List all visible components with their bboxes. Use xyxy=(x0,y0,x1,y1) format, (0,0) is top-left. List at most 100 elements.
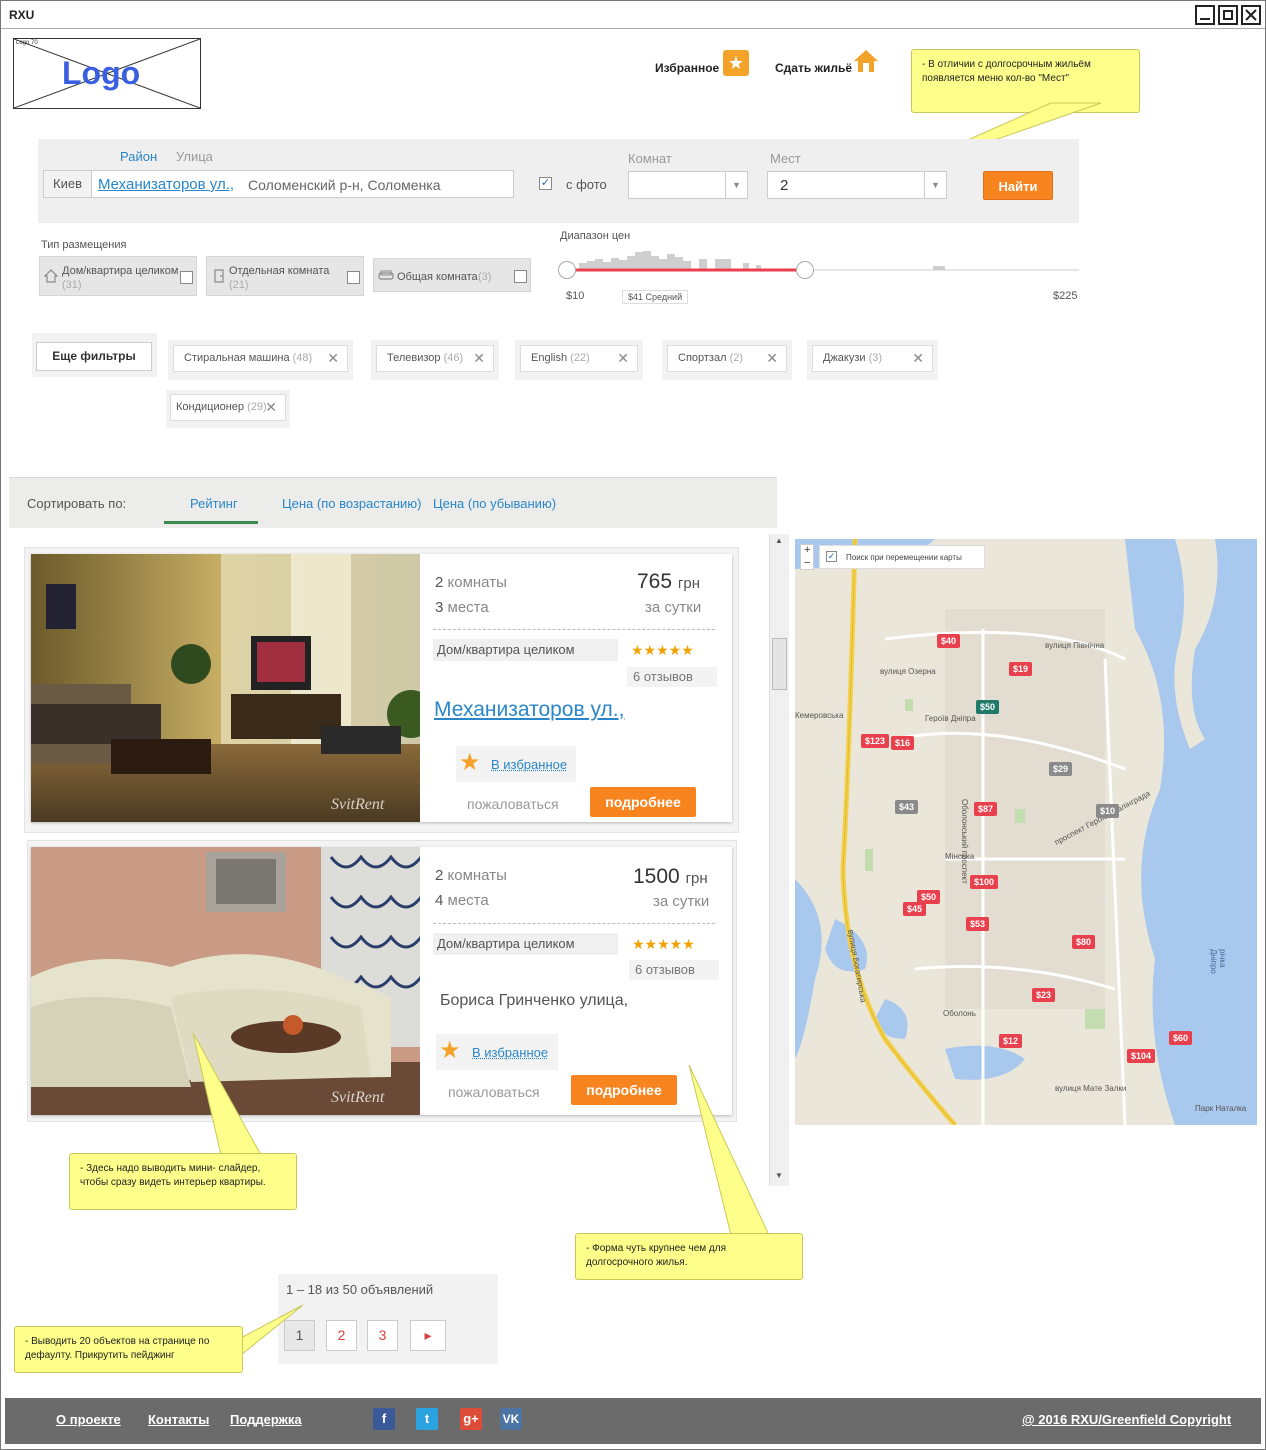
placement-private-checkbox[interactable] xyxy=(347,271,360,284)
marker-label: $12 xyxy=(999,1034,1023,1048)
filter-chip-jacuzzi[interactable]: Джакузи (3) ✕ xyxy=(812,345,933,372)
google-plus-icon[interactable]: g+ xyxy=(460,1408,482,1430)
find-button[interactable]: Найти xyxy=(983,171,1053,200)
scroll-up-icon[interactable]: ▲ xyxy=(775,536,783,545)
placement-entire-checkbox[interactable] xyxy=(180,271,193,284)
listing-reviews[interactable]: 6 отзывов xyxy=(627,667,717,687)
complain-link[interactable]: пожаловаться xyxy=(467,796,559,812)
listing-photo[interactable]: SvitRent xyxy=(31,554,420,822)
map-price-marker[interactable]: $53 xyxy=(966,914,990,932)
filter-chip-tv[interactable]: Телевизор (46) ✕ xyxy=(376,345,494,372)
footer-link-contacts[interactable]: Контакты xyxy=(148,1412,209,1427)
listing-reviews[interactable]: 6 отзывов xyxy=(629,960,719,980)
favorites-label: В избранное xyxy=(472,1045,549,1060)
placement-entire-home[interactable]: Дом/квартира целиком (31) xyxy=(39,256,197,296)
vk-icon[interactable]: VK xyxy=(500,1408,522,1430)
minimize-button[interactable] xyxy=(1195,5,1215,25)
sort-tab-rating[interactable]: Рейтинг xyxy=(190,496,238,511)
filter-chip-aircon[interactable]: Кондиционер (29) ✕ xyxy=(170,394,286,421)
placement-private-room[interactable]: Отдельная комната (21) xyxy=(206,256,364,296)
complain-link[interactable]: пожаловаться xyxy=(448,1084,540,1100)
filter-chip-washer[interactable]: Стиральная машина (48) ✕ xyxy=(173,345,348,372)
map-price-marker[interactable]: $43 xyxy=(895,797,919,815)
logo[interactable]: Logo 70 Logo xyxy=(13,38,201,109)
places-select[interactable]: 2 ▼ xyxy=(767,171,947,199)
details-button[interactable]: подробнее xyxy=(571,1075,677,1105)
rooms-select[interactable]: ▼ xyxy=(628,171,748,199)
placement-shared-label: Общая комната xyxy=(397,271,478,283)
page-3-button[interactable]: 3 xyxy=(367,1320,398,1351)
facebook-icon[interactable]: f xyxy=(373,1408,395,1430)
twitter-icon[interactable]: t xyxy=(416,1408,438,1430)
listing-rooms: 2 комнаты xyxy=(435,867,507,884)
map-price-marker[interactable]: $87 xyxy=(974,799,998,817)
places-label: Мест xyxy=(770,151,801,166)
close-icon[interactable]: ✕ xyxy=(473,346,485,371)
rating-stars-icon: ★★★★★ xyxy=(632,936,695,952)
price-max-handle[interactable] xyxy=(796,261,814,279)
close-icon[interactable]: ✕ xyxy=(265,395,277,420)
listing-address-link[interactable]: Механизаторов ул., xyxy=(434,698,624,722)
map-street-label: вулиця Озерна xyxy=(880,667,936,676)
details-button[interactable]: подробнее xyxy=(590,787,696,817)
zoom-in-button[interactable]: + xyxy=(804,544,810,556)
map-price-marker[interactable]: $23 xyxy=(1032,985,1056,1003)
filter-chip-english[interactable]: English (22) ✕ xyxy=(520,345,638,372)
tab-street[interactable]: Улица xyxy=(176,149,213,164)
street-value[interactable]: Механизаторов ул., xyxy=(98,176,234,193)
maximize-button[interactable] xyxy=(1218,5,1238,25)
listing-card[interactable]: SvitRent 2 комнаты 3 места 765 грн за су… xyxy=(31,554,732,822)
placement-shared-room[interactable]: Общая комната (3) xyxy=(373,258,531,292)
with-photo-checkbox[interactable]: ✓ xyxy=(539,177,552,190)
house-icon[interactable] xyxy=(853,48,879,74)
map-price-marker[interactable]: $100 xyxy=(970,872,999,890)
location-field[interactable]: Киев Механизаторов ул., Соломенский р-н,… xyxy=(43,170,514,198)
map-price-marker[interactable]: $104 xyxy=(1127,1046,1156,1064)
note-paging: - Выводить 20 объектов на странице по де… xyxy=(14,1326,243,1373)
map-price-marker[interactable]: $80 xyxy=(1072,932,1096,950)
city-chip[interactable]: Киев xyxy=(44,171,92,197)
close-icon[interactable]: ✕ xyxy=(912,346,924,371)
map-price-marker[interactable]: $40 xyxy=(937,631,961,649)
map-price-marker[interactable]: $16 xyxy=(891,733,915,751)
next-page-button[interactable]: ▸ xyxy=(410,1320,446,1351)
favorites-star-icon[interactable]: ★ xyxy=(723,50,749,76)
map-price-marker[interactable]: $19 xyxy=(1009,659,1033,677)
footer-link-about[interactable]: О проекте xyxy=(56,1412,121,1427)
map-price-marker[interactable]: $12 xyxy=(999,1031,1023,1049)
scroll-thumb[interactable] xyxy=(772,638,787,690)
listing-card[interactable]: SvitRent 2 комнаты 4 места 1500 грн за с… xyxy=(31,847,732,1115)
listing-places: 3 места xyxy=(435,599,489,616)
map[interactable]: вулиця Північна вулиця Озерна Кемеровськ… xyxy=(795,539,1257,1125)
close-button[interactable] xyxy=(1241,5,1261,25)
price-min-handle[interactable] xyxy=(558,261,576,279)
map-price-marker[interactable]: $10 xyxy=(1096,801,1120,819)
district-hint: Соломенский р-н, Соломенка xyxy=(248,177,441,193)
close-icon[interactable]: ✕ xyxy=(327,346,339,371)
page-2-button[interactable]: 2 xyxy=(326,1320,357,1351)
map-price-marker[interactable]: $45 xyxy=(903,899,927,917)
map-search-checkbox[interactable]: ✓ xyxy=(826,551,837,562)
add-to-favorites[interactable]: ★ В избранное xyxy=(436,1034,558,1070)
rent-out-link[interactable]: Сдать жильё xyxy=(775,61,852,75)
favorites-link[interactable]: Избранное xyxy=(655,61,719,75)
marker-label: $40 xyxy=(937,634,961,648)
placement-shared-checkbox[interactable] xyxy=(514,270,527,283)
filter-chip-gym[interactable]: Спортзал (2) ✕ xyxy=(667,345,787,372)
map-price-marker[interactable]: $29 xyxy=(1049,759,1073,777)
tab-district[interactable]: Район xyxy=(120,149,157,164)
sort-tab-price-asc[interactable]: Цена (по возрастанию) xyxy=(282,496,421,511)
map-price-marker[interactable]: $50 xyxy=(976,697,1000,715)
zoom-out-button[interactable]: − xyxy=(804,557,810,569)
map-search-toggle[interactable]: ✓ Поиск при перемещении карты xyxy=(819,545,985,569)
map-price-marker[interactable]: $60 xyxy=(1169,1028,1193,1046)
sort-tab-price-desc[interactable]: Цена (по убыванию) xyxy=(433,496,556,511)
map-price-marker[interactable]: $123 xyxy=(861,731,890,749)
results-summary: 1 – 18 из 50 объявлений xyxy=(286,1282,434,1297)
more-filters-button[interactable]: Еще фильтры xyxy=(36,342,152,371)
footer-link-support[interactable]: Поддержка xyxy=(230,1412,302,1427)
close-icon[interactable]: ✕ xyxy=(617,346,629,371)
listing-address[interactable]: Бориса Гринченко улица, xyxy=(440,992,628,1010)
close-icon[interactable]: ✕ xyxy=(766,346,778,371)
add-to-favorites[interactable]: ★ В избранное xyxy=(456,746,576,782)
